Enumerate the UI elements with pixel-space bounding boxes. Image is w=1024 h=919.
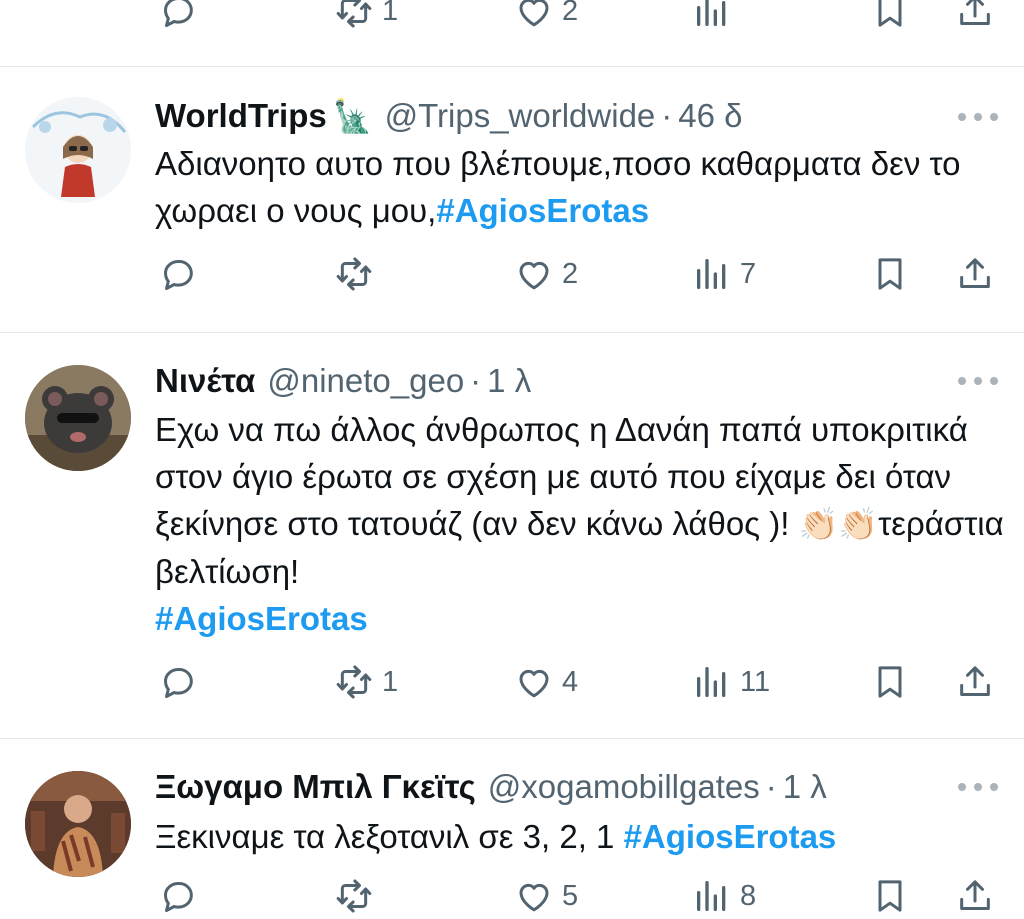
views-icon [692,662,732,702]
avatar[interactable] [25,97,131,203]
reply-icon [158,254,198,294]
tweet-header: Νινέτα @nineto_geo · 1 λ [155,359,531,403]
views-icon [692,254,732,294]
avatar[interactable] [25,771,131,877]
display-name[interactable]: Ξωγαμο Μπιλ Γκεϊτς [155,768,476,806]
action-bar: 2 7 [0,251,1024,297]
reply-icon [158,0,198,31]
reply-button[interactable] [158,873,198,919]
bookmark-icon [870,662,910,702]
bookmark-button[interactable] [870,0,910,34]
share-button[interactable] [955,0,995,34]
more-button[interactable] [958,107,998,127]
like-count: 2 [562,257,579,290]
avatar[interactable] [25,365,131,471]
views-button[interactable] [692,0,732,34]
separator-dot: · [661,97,673,134]
views-icon [692,0,732,31]
like-icon [514,254,554,294]
share-icon [955,662,995,702]
like-count: 4 [562,665,579,698]
handle[interactable]: @Trips_worldwide [385,97,656,135]
clap-emoji: 👏🏻👏🏻 [798,506,879,542]
timestamp[interactable]: 1 λ [487,362,531,400]
retweet-button[interactable]: 1 [334,659,398,705]
retweet-count: 1 [382,665,399,698]
retweet-icon [334,0,374,31]
top-action-bar: 1 2 [0,0,1024,34]
handle[interactable]: @xogamobillgates [488,768,760,806]
like-button[interactable]: 4 [514,659,578,705]
views-count: 11 [740,665,771,698]
views-count: 7 [740,257,757,290]
like-button[interactable]: 2 [514,251,578,297]
hashtag-link[interactable]: #AgiosErotas [436,192,649,229]
share-icon [955,254,995,294]
tweet-text: Ξεκιναμε τα λεξοτανιλ σε 3, 2, 1 #AgiosE… [155,813,1005,860]
hashtag-link[interactable]: #AgiosErotas [624,818,837,855]
tweet-header: Ξωγαμο Μπιλ Γκεϊτς @xogamobillgates · 1 … [155,765,827,809]
more-button[interactable] [958,371,998,391]
views-button[interactable]: 11 [692,659,770,705]
like-icon [514,876,554,916]
display-name[interactable]: Νινέτα [155,362,255,400]
like-button[interactable]: 5 [514,873,578,919]
views-icon [692,876,732,916]
reply-button[interactable] [158,251,198,297]
action-bar: 1 4 11 [0,659,1024,705]
bookmark-icon [870,876,910,916]
like-button[interactable]: 2 [514,0,578,34]
retweet-icon [334,254,374,294]
tweet-body: Ξεκιναμε τα λεξοτανιλ σε 3, 2, 1 [155,818,624,855]
share-icon [955,0,995,31]
share-icon [955,876,995,916]
reply-button[interactable] [158,659,198,705]
tweet[interactable]: Ξωγαμο Μπιλ Γκεϊτς @xogamobillgates · 1 … [0,739,1024,919]
hashtag-link[interactable]: #AgiosErotas [155,600,368,637]
share-button[interactable] [955,659,995,705]
tweet-header: WorldTrips 🗽 @Trips_worldwide · 46 δ [155,94,743,138]
bookmark-button[interactable] [870,251,910,297]
retweet-icon [334,876,374,916]
more-icon [958,113,966,121]
reply-icon [158,876,198,916]
action-bar: 5 8 [0,873,1024,919]
retweet-button[interactable]: 1 [334,0,398,34]
views-count: 8 [740,879,757,912]
like-count: 2 [562,0,579,27]
more-icon [958,783,966,791]
separator-dot: · [470,362,482,399]
share-button[interactable] [955,251,995,297]
retweet-icon [334,662,374,702]
bookmark-icon [870,0,910,31]
like-icon [514,662,554,702]
views-button[interactable]: 7 [692,251,756,297]
tweet-text: Αδιανοητο αυτο που βλέπουμε,ποσο καθαρμα… [155,140,985,234]
tweet-text: Εχω να πω άλλος άνθρωπος η Δανάη παπά υπ… [155,406,1005,642]
bookmark-icon [870,254,910,294]
retweet-button[interactable] [334,251,382,297]
more-icon [958,377,966,385]
reply-button[interactable] [158,0,198,34]
tweet[interactable]: Νινέτα @nineto_geo · 1 λ Εχω να πω άλλος… [0,333,1024,737]
name-emoji: 🗽 [332,98,373,134]
views-button[interactable]: 8 [692,873,756,919]
more-button[interactable] [958,777,998,797]
like-icon [514,0,554,31]
like-count: 5 [562,879,579,912]
timestamp[interactable]: 1 λ [783,768,827,806]
share-button[interactable] [955,873,995,919]
tweet[interactable]: WorldTrips 🗽 @Trips_worldwide · 46 δ Αδι… [0,67,1024,332]
display-name[interactable]: WorldTrips [155,97,327,135]
retweet-count: 1 [382,0,399,27]
handle[interactable]: @nineto_geo [267,362,464,400]
bookmark-button[interactable] [870,659,910,705]
timestamp[interactable]: 46 δ [678,97,742,135]
tweet-feed: 1 2 WorldTrips 🗽 @Trips_worldwide · 46 δ [0,0,1024,919]
retweet-button[interactable] [334,873,382,919]
reply-icon [158,662,198,702]
bookmark-button[interactable] [870,873,910,919]
separator-dot: · [765,768,777,805]
